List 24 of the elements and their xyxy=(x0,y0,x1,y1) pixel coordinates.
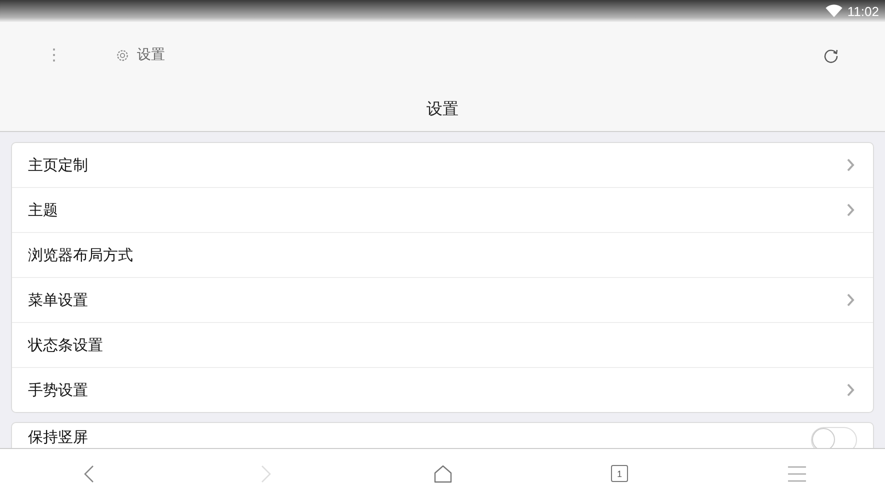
settings-row[interactable]: 浏览器布局方式 xyxy=(12,232,873,277)
settings-row[interactable]: 菜单设置 xyxy=(12,277,873,322)
reload-icon[interactable] xyxy=(823,47,839,63)
settings-row[interactable]: 手势设置 xyxy=(12,367,873,412)
settings-row[interactable]: 主页定制 xyxy=(12,143,873,187)
settings-label: 主题 xyxy=(28,200,59,220)
settings-label: 主页定制 xyxy=(28,156,89,174)
settings-label: 保持竖屏 xyxy=(28,427,89,447)
menu-icon[interactable] xyxy=(786,464,806,484)
toggle-switch[interactable] xyxy=(811,427,857,448)
screen-title: 设置 xyxy=(426,99,458,120)
settings-icon xyxy=(116,48,129,62)
status-time: 11:02 xyxy=(847,4,879,18)
settings-label: 菜单设置 xyxy=(28,290,89,310)
settings-label: 浏览器布局方式 xyxy=(28,246,134,264)
page-title: 设置 xyxy=(137,46,165,64)
home-icon[interactable] xyxy=(432,464,452,484)
back-icon[interactable] xyxy=(82,464,94,484)
settings-label: 手势设置 xyxy=(28,380,89,400)
settings-label: 状态条设置 xyxy=(28,336,104,354)
tabs-button[interactable]: 1 xyxy=(611,465,628,482)
settings-row[interactable]: 状态条设置 xyxy=(12,322,873,367)
settings-row[interactable]: 主题 xyxy=(12,187,873,232)
wifi-icon xyxy=(825,4,844,18)
